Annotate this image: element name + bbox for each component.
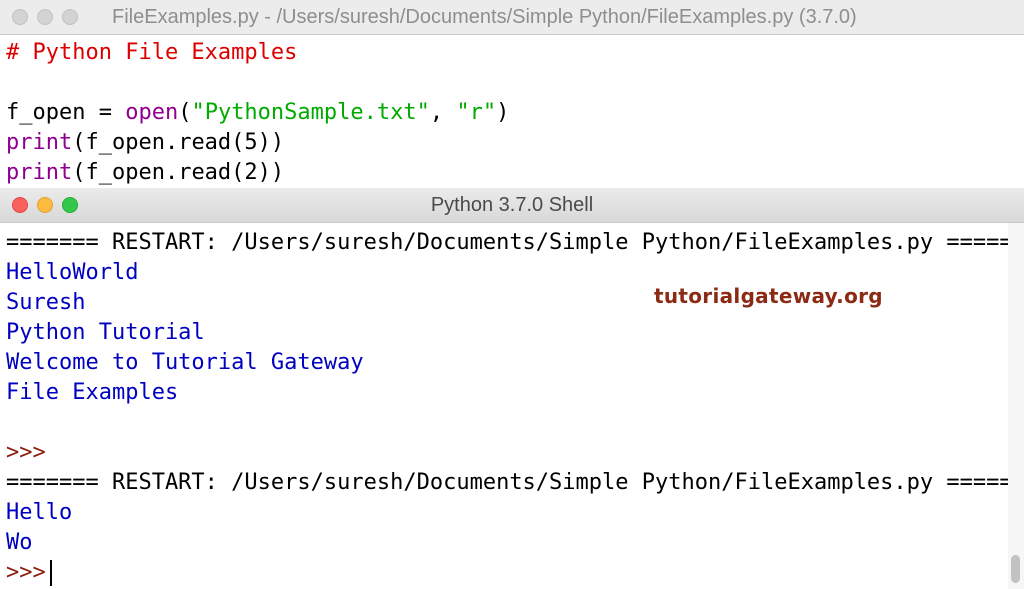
editor-token: f_open =: [6, 100, 126, 125]
editor-token: open: [125, 100, 179, 125]
editor-token: ): [496, 100, 510, 125]
shell-line: Welcome to Tutorial Gateway: [6, 348, 1018, 378]
editor-line: f_open = open("PythonSample.txt", "r"): [6, 98, 1018, 128]
editor-token: (f_open.read(2)): [72, 160, 285, 185]
shell-line: Hello: [6, 498, 1018, 528]
text-cursor: [49, 560, 52, 586]
editor-token: "r": [456, 100, 497, 125]
shell-token: Python Tutorial: [6, 320, 205, 345]
shell-token: File Examples: [6, 380, 179, 405]
editor-code-area[interactable]: # Python File Examples f_open = open("Pyt…: [0, 35, 1024, 188]
editor-token: ,: [429, 100, 457, 125]
editor-window-title: FileExamples.py - /Users/suresh/Document…: [112, 6, 857, 28]
shell-line: >>>: [6, 558, 1018, 588]
editor-token: # Python File Examples: [6, 40, 298, 65]
shell-line: Wo: [6, 528, 1018, 558]
shell-scrollbar[interactable]: [1008, 223, 1024, 589]
editor-token: print: [6, 160, 73, 185]
editor-zoom-button[interactable]: [62, 9, 78, 25]
shell-token: ======= RESTART: /Users/suresh/Documents…: [6, 230, 1024, 255]
editor-token: (f_open.read(5)): [72, 130, 285, 155]
shell-token: Hello: [6, 500, 73, 525]
editor-window: FileExamples.py - /Users/suresh/Document…: [0, 0, 1024, 189]
shell-token: >>>: [6, 560, 46, 585]
shell-output-area[interactable]: ======= RESTART: /Users/suresh/Documents…: [0, 223, 1024, 588]
shell-line: ======= RESTART: /Users/suresh/Documents…: [6, 468, 1024, 498]
editor-titlebar[interactable]: FileExamples.py - /Users/suresh/Document…: [0, 0, 1024, 35]
editor-minimize-button[interactable]: [37, 9, 53, 25]
shell-token: Suresh: [6, 290, 86, 315]
shell-titlebar[interactable]: Python 3.7.0 Shell: [0, 188, 1024, 223]
shell-line: Python Tutorial: [6, 318, 1018, 348]
shell-token: ======= RESTART: /Users/suresh/Documents…: [6, 470, 1024, 495]
shell-token: Wo: [6, 530, 33, 555]
shell-window: Python 3.7.0 Shell ======= RESTART: /Use…: [0, 188, 1024, 589]
shell-line: File Examples: [6, 378, 1018, 408]
editor-line: # Python File Examples: [6, 38, 1018, 68]
editor-line: print(f_open.read(2)): [6, 158, 1018, 188]
shell-token: Welcome to Tutorial Gateway: [6, 350, 364, 375]
editor-token: print: [6, 130, 73, 155]
editor-token: (: [178, 100, 192, 125]
watermark-text: tutorialgateway.org: [654, 284, 883, 308]
editor-window-controls: [12, 9, 78, 25]
shell-line: ======= RESTART: /Users/suresh/Documents…: [6, 228, 1024, 258]
editor-line: print(f_open.read(5)): [6, 128, 1018, 158]
shell-scrollbar-thumb[interactable]: [1011, 555, 1020, 583]
shell-window-title: Python 3.7.0 Shell: [430, 194, 594, 216]
editor-token: "PythonSample.txt": [191, 100, 430, 125]
editor-close-button[interactable]: [12, 9, 28, 25]
shell-token: >>>: [6, 440, 46, 465]
shell-token: HelloWorld: [6, 260, 139, 285]
shell-line: >>>: [6, 438, 1018, 468]
